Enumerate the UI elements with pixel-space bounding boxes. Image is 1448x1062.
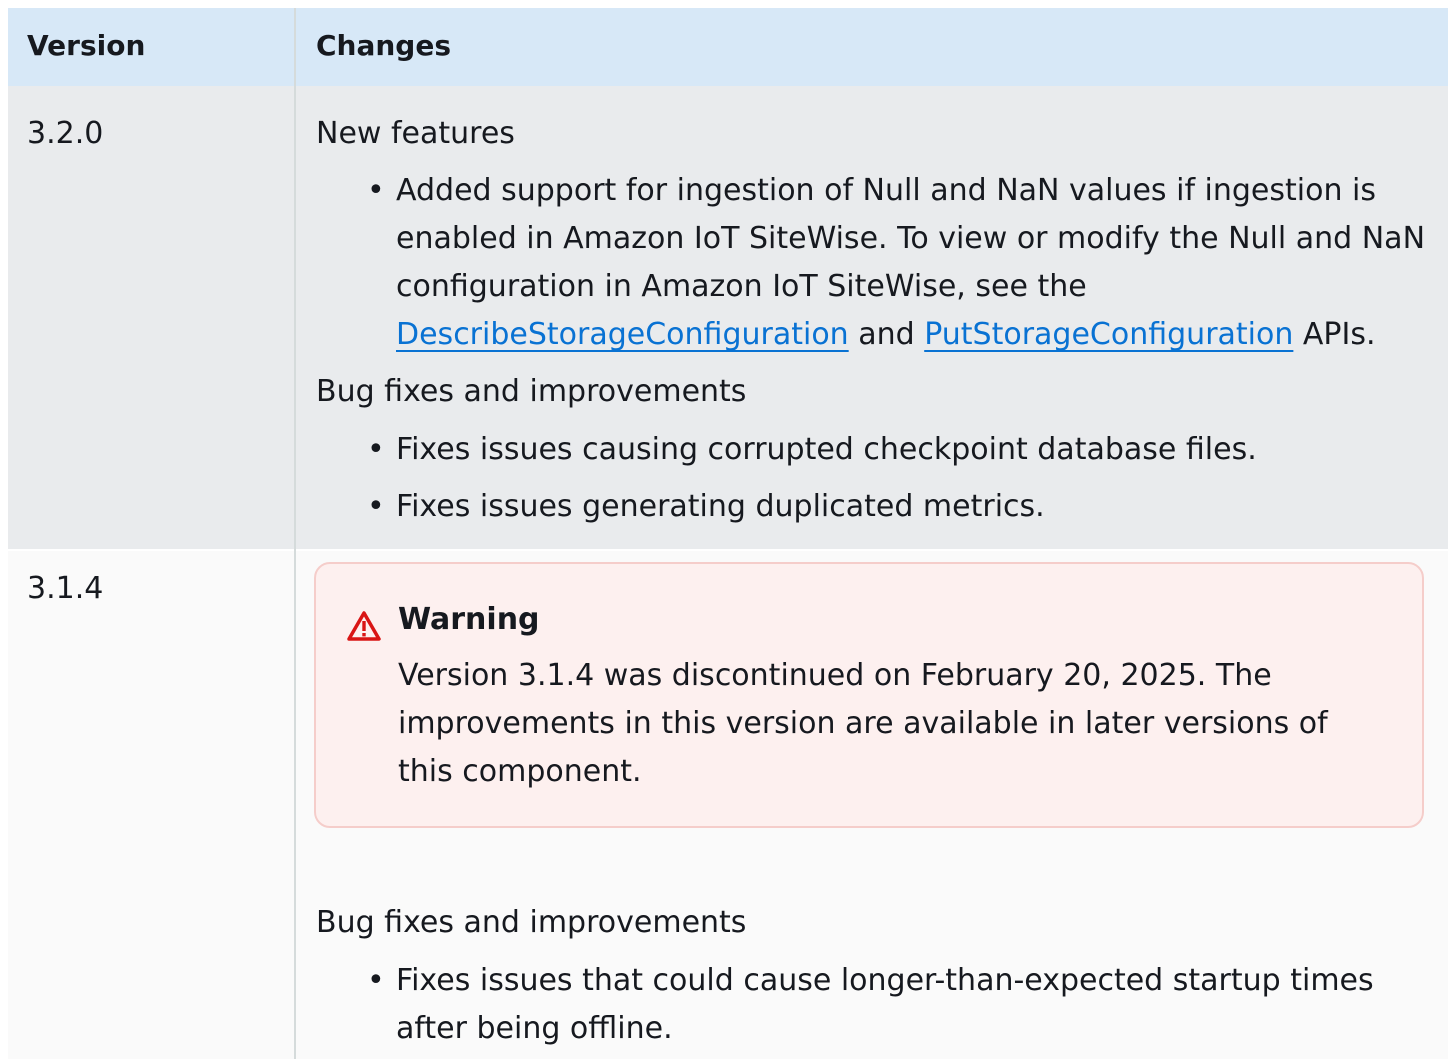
version-cell: 3.1.4 — [27, 571, 104, 606]
list-item: Fixes issues causing corrupted checkpoin… — [367, 426, 1436, 474]
warning-alert: Warning Version 3.1.4 was discontinued o… — [314, 562, 1424, 828]
new-features-list: Added support for ingestion of Null and … — [367, 167, 1436, 368]
bug-fixes-heading: Bug fixes and improvements — [316, 905, 747, 940]
put-storage-configuration-link[interactable]: PutStorageConfiguration — [924, 317, 1293, 352]
warning-message: Version 3.1.4 was discontinued on Februa… — [398, 658, 1328, 789]
bug-fixes-list: Fixes issues that could cause longer-tha… — [367, 957, 1426, 1062]
bug-fixes-list: Fixes issues causing corrupted checkpoin… — [367, 426, 1436, 540]
version-cell: 3.2.0 — [27, 116, 104, 151]
column-header-version: Version — [27, 29, 146, 62]
new-features-heading: New features — [316, 116, 515, 151]
warning-triangle-icon — [346, 610, 382, 642]
column-header-changes: Changes — [316, 29, 452, 62]
table-header-row: Version Changes — [8, 8, 1448, 86]
column-divider — [294, 8, 296, 1059]
warning-title: Warning — [398, 602, 540, 637]
describe-storage-configuration-link[interactable]: DescribeStorageConfiguration — [396, 317, 849, 352]
list-item: Added support for ingestion of Null and … — [367, 167, 1436, 359]
table-row: 3.2.0 New features Added support for ing… — [8, 86, 1448, 549]
version-history-table: Version Changes 3.2.0 New features Added… — [8, 8, 1448, 1059]
bug-fixes-heading: Bug fixes and improvements — [316, 374, 747, 409]
list-item: Fixes issues generating duplicated metri… — [367, 483, 1436, 531]
list-item: Fixes issues that could cause longer-tha… — [367, 957, 1426, 1053]
